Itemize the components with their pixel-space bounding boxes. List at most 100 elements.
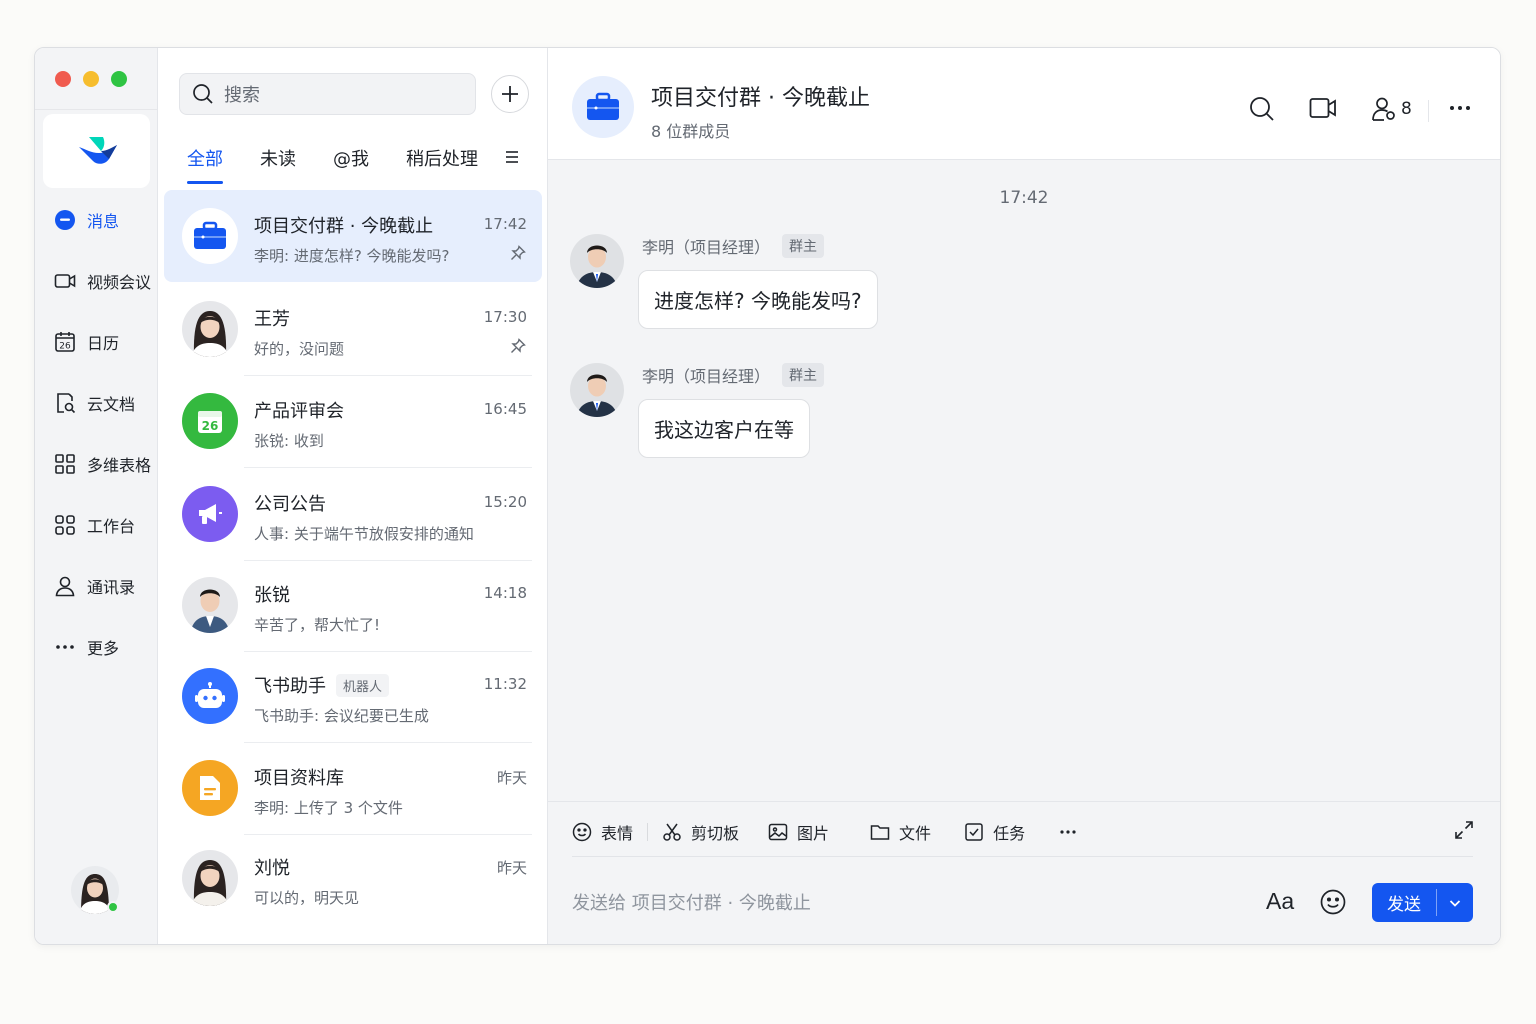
- plus-icon: [502, 86, 518, 102]
- member-count-text[interactable]: 8 位群成员: [651, 118, 730, 142]
- online-status-dot: [107, 901, 119, 913]
- send-button[interactable]: 发送: [1372, 883, 1473, 922]
- nav-item-workplace[interactable]: 工作台: [53, 513, 135, 537]
- owner-badge: 群主: [782, 234, 825, 258]
- nav-item-base[interactable]: 多维表格: [53, 452, 151, 476]
- maximize-window-button[interactable]: [111, 71, 127, 87]
- window-controls: [55, 71, 127, 87]
- avatar: [182, 850, 238, 906]
- nav-item-messages[interactable]: 消息: [53, 208, 119, 232]
- bot-avatar: [182, 668, 238, 724]
- conversation-name: 张锐: [254, 585, 290, 606]
- person-avatar-icon: [182, 301, 238, 357]
- app-window: 消息 视频会议 26 日历 云文档 多维表格 工作台 通讯录 更多 搜索 全部 …: [34, 47, 1501, 945]
- nav-item-docs[interactable]: 云文档: [53, 391, 135, 415]
- message-bubble[interactable]: 我这边客户在等: [638, 399, 810, 458]
- tab-later[interactable]: 稍后处理: [406, 145, 478, 171]
- conversation-item[interactable]: 26 产品评审会 16:45 张锐: 收到: [164, 375, 542, 468]
- folder-icon: [870, 825, 890, 840]
- conversation-item[interactable]: 张锐 14:18 辛苦了，帮大忙了!: [164, 559, 542, 652]
- more-icon: [1060, 830, 1076, 834]
- task-checkbox-icon: [965, 823, 983, 841]
- my-avatar[interactable]: [71, 866, 119, 914]
- more-icon: [1450, 106, 1470, 110]
- tab-unread[interactable]: 未读: [260, 145, 296, 171]
- doc-search-icon: [53, 391, 77, 415]
- conversation-item[interactable]: 飞书助手 机器人 11:32 飞书助手: 会议纪要已生成: [164, 650, 542, 743]
- nav-item-contacts[interactable]: 通讯录: [53, 574, 135, 598]
- nav-item-more[interactable]: 更多: [53, 635, 119, 659]
- more-options-button[interactable]: [1448, 96, 1472, 120]
- tab-all[interactable]: 全部: [187, 145, 223, 184]
- file-tool-button[interactable]: 文件: [870, 820, 931, 844]
- group-avatar: [182, 486, 238, 542]
- search-placeholder: 搜索: [224, 85, 260, 106]
- conversation-preview: 李明: 进度怎样? 今晚能发吗?: [254, 247, 450, 265]
- send-options-button[interactable]: [1437, 896, 1473, 910]
- composer-toolbar: 表情 剪切板 图片 文件 任务: [572, 820, 1078, 844]
- filter-tabs: 全部 未读 @我 稍后处理: [187, 145, 515, 184]
- create-button[interactable]: [491, 75, 529, 113]
- image-tool-button[interactable]: 图片: [768, 820, 829, 844]
- nav-item-calendar[interactable]: 26 日历: [53, 330, 119, 354]
- video-call-button[interactable]: [1309, 96, 1337, 120]
- conversation-item[interactable]: 项目资料库 昨天 李明: 上传了 3 个文件: [164, 742, 542, 835]
- app-logo[interactable]: [43, 114, 150, 188]
- chat-title[interactable]: 项目交付群 · 今晚截止: [651, 80, 870, 112]
- task-tool-button[interactable]: 任务: [964, 820, 1025, 844]
- nav-item-video-meeting[interactable]: 视频会议: [53, 269, 151, 293]
- text-format-button[interactable]: Aa: [1266, 888, 1294, 915]
- nav-label: 视频会议: [87, 273, 152, 292]
- lark-logo-icon: [78, 137, 117, 164]
- message-input[interactable]: 发送给 项目交付群 · 今晚截止: [572, 889, 811, 915]
- svg-text:26: 26: [202, 419, 219, 433]
- conversation-name: 王芳: [254, 309, 290, 330]
- search-chat-button[interactable]: [1249, 96, 1275, 122]
- conversation-preview: 李明: 上传了 3 个文件: [254, 799, 403, 817]
- more-tools-button[interactable]: [1058, 822, 1078, 842]
- conversation-name: 项目资料库: [254, 768, 344, 789]
- clipboard-tool-button[interactable]: 剪切板: [662, 820, 739, 844]
- image-icon: [768, 823, 788, 841]
- tab-menu-button[interactable]: [504, 149, 520, 169]
- minimize-window-button[interactable]: [83, 71, 99, 87]
- tool-label: 图片: [797, 824, 830, 843]
- tab-mentions[interactable]: @我: [333, 145, 369, 171]
- conversation-item[interactable]: 王芳 17:30 好的，没问题: [164, 283, 542, 376]
- chevron-down-icon: [1449, 899, 1461, 907]
- close-window-button[interactable]: [55, 71, 71, 87]
- emoji-icon: [572, 822, 592, 842]
- grid-icon: [53, 452, 77, 476]
- apps-icon: [53, 513, 77, 537]
- chat-header: 项目交付群 · 今晚截止 8 位群成员 8: [548, 48, 1500, 160]
- nav-label: 多维表格: [87, 456, 152, 475]
- group-avatar[interactable]: [572, 76, 634, 138]
- conversation-time: 17:42: [483, 215, 527, 233]
- emoji-button[interactable]: [1320, 889, 1346, 919]
- expand-composer-button[interactable]: [1454, 820, 1474, 844]
- megaphone-icon: [199, 504, 222, 524]
- pin-icon: [511, 338, 526, 353]
- conversation-name: 项目交付群 · 今晚截止: [254, 216, 434, 237]
- conversation-item[interactable]: 刘悦 昨天 可以的，明天见: [164, 832, 542, 924]
- expand-icon: [1455, 821, 1473, 839]
- tool-spacer: [753, 823, 754, 841]
- conversation-item[interactable]: 项目交付群 · 今晚截止 17:42 李明: 进度怎样? 今晚能发吗?: [164, 190, 542, 282]
- tool-spacer: [1041, 823, 1042, 841]
- nav-divider: [35, 109, 157, 110]
- members-button[interactable]: 8: [1371, 96, 1412, 122]
- message-bubble[interactable]: 进度怎样? 今晚能发吗?: [638, 270, 878, 329]
- group-avatar: 26: [182, 393, 238, 449]
- svg-text:26: 26: [59, 342, 71, 352]
- sender-avatar[interactable]: [570, 234, 624, 288]
- search-icon: [1250, 97, 1274, 121]
- sender-avatar[interactable]: [570, 363, 624, 417]
- search-input[interactable]: 搜索: [179, 73, 476, 115]
- conversation-item[interactable]: 公司公告 15:20 人事: 关于端午节放假安排的通知: [164, 468, 542, 561]
- person-avatar-icon: [182, 850, 238, 906]
- person-avatar-icon: [182, 577, 238, 633]
- conversation-preview: 飞书助手: 会议纪要已生成: [254, 707, 429, 725]
- emoji-tool-button[interactable]: 表情: [572, 820, 633, 844]
- avatar: [182, 577, 238, 633]
- tool-label: 任务: [993, 824, 1026, 843]
